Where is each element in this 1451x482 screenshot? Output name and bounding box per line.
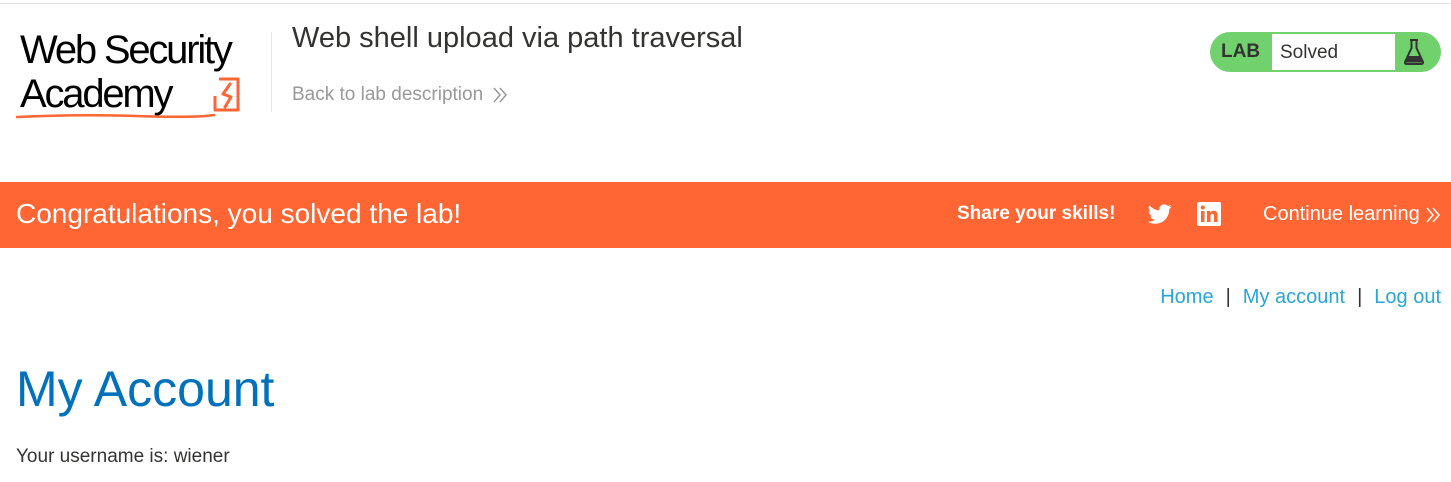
linkedin-icon[interactable] [1197,202,1221,226]
flask-icon [1403,39,1425,65]
share-skills-label: Share your skills! [957,203,1116,224]
nav-separator: | [1357,286,1363,308]
back-link-label: Back to lab description [292,84,484,105]
username-text: Your username is: wiener [16,446,230,467]
logo-underline [16,113,216,119]
lab-title: Web shell upload via path traversal [292,22,743,54]
lab-status-text: Solved [1280,42,1339,63]
nav-link-home[interactable]: Home [1160,286,1213,309]
web-security-academy-logo[interactable]: Web Security Academy [16,28,272,120]
logo-text-line1: Web Security [20,28,233,72]
solved-banner: Congratulations, you solved the lab! Sha… [0,182,1451,248]
double-chevron-right-icon [493,87,508,103]
twitter-icon[interactable] [1147,202,1173,226]
logo-text-line2: Academy [20,72,174,116]
header-divider [271,32,272,112]
continue-learning-label: Continue learning [1263,203,1420,225]
logo-lightning-icon [213,77,240,112]
double-chevron-right-icon [1426,207,1440,222]
nav-link-log-out[interactable]: Log out [1374,286,1441,309]
continue-learning-link[interactable]: Continue learning [1263,203,1440,226]
lab-status-widget: LAB Solved [1210,32,1441,72]
nav-separator: | [1225,286,1231,308]
nav-link-my-account[interactable]: My account [1243,286,1345,309]
congratulations-message: Congratulations, you solved the lab! [16,198,462,229]
top-nav: Home | My account | Log out [1160,286,1441,309]
lab-header: Web Security Academy Web shell upload vi… [0,0,1451,182]
status-box: Solved [1272,34,1395,70]
back-to-lab-description-link[interactable]: Back to lab description [292,84,508,106]
page-title: My Account [16,361,275,417]
lab-badge-label: LAB [1221,41,1261,62]
